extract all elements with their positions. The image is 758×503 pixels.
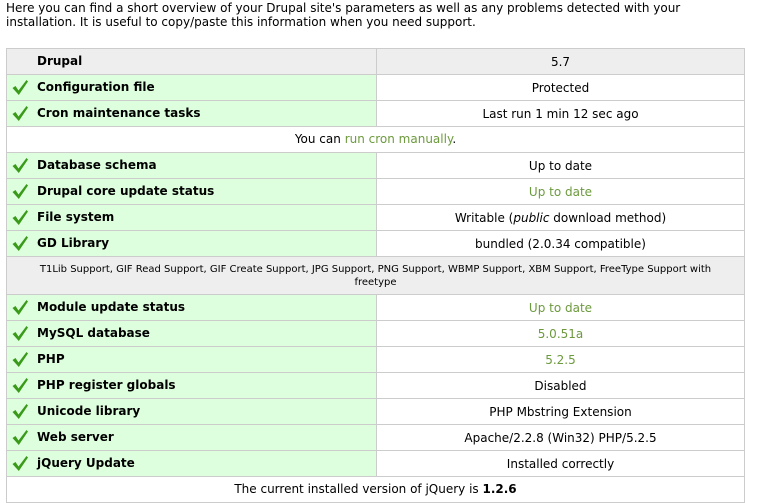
check-icon <box>11 454 29 472</box>
status-title-cell: Configuration file <box>6 74 377 101</box>
status-report-table: Drupal 5.7 Configuration file Protected … <box>6 48 745 503</box>
check-icon <box>11 402 29 420</box>
status-value: Writable (public download method) <box>376 204 745 231</box>
status-row-jquery-description: The current installed version of jQuery … <box>6 476 745 503</box>
check-icon <box>11 376 29 394</box>
status-title: Cron maintenance tasks <box>37 106 201 120</box>
status-value: 5.7 <box>376 48 745 75</box>
status-title-cell: Unicode library <box>6 398 377 425</box>
status-title: PHP <box>37 352 65 366</box>
check-icon <box>11 324 29 342</box>
status-row-gd-description: T1Lib Support, GIF Read Support, GIF Cre… <box>6 256 745 295</box>
status-row-file-system: File system Writable (public download me… <box>6 204 745 231</box>
jquery-version: 1.2.6 <box>482 482 517 496</box>
status-row-drupal: Drupal 5.7 <box>6 48 745 75</box>
cron-description: You can run cron manually. <box>6 126 745 153</box>
status-title-cell: Drupal <box>6 48 377 75</box>
status-title: File system <box>37 210 115 224</box>
status-title-cell: MySQL database <box>6 320 377 347</box>
status-row-cron-description: You can run cron manually. <box>6 126 745 153</box>
status-title-cell: PHP register globals <box>6 372 377 399</box>
status-value: Last run 1 min 12 sec ago <box>376 100 745 127</box>
status-value-cell: Up to date <box>376 294 745 321</box>
status-row-cron: Cron maintenance tasks Last run 1 min 12… <box>6 100 745 127</box>
status-value: PHP Mbstring Extension <box>376 398 745 425</box>
status-row-register-globals: PHP register globals Disabled <box>6 372 745 399</box>
status-title: Configuration file <box>37 80 155 94</box>
check-icon <box>11 78 29 96</box>
status-title-cell: PHP <box>6 346 377 373</box>
status-row-database-schema: Database schema Up to date <box>6 152 745 179</box>
jquery-description: The current installed version of jQuery … <box>6 476 745 503</box>
status-title: Drupal <box>37 54 83 68</box>
intro-text: Here you can find a short overview of yo… <box>6 1 681 29</box>
status-title: Database schema <box>37 158 157 172</box>
run-cron-link[interactable]: run cron manually <box>345 132 453 146</box>
status-value: Apache/2.2.8 (Win32) PHP/5.2.5 <box>376 424 745 451</box>
file-system-value-prefix: Writable ( <box>454 210 514 225</box>
status-row-unicode: Unicode library PHP Mbstring Extension <box>6 398 745 425</box>
check-icon <box>11 298 29 316</box>
status-title-cell: GD Library <box>6 230 377 257</box>
status-title: MySQL database <box>37 326 150 340</box>
check-icon <box>11 104 29 122</box>
file-system-value-suffix: download method) <box>549 210 667 225</box>
php-version-link[interactable]: 5.2.5 <box>545 353 576 367</box>
mysql-version-link[interactable]: 5.0.51a <box>538 327 584 341</box>
status-title: Module update status <box>37 300 186 314</box>
status-row-jquery-update: jQuery Update Installed correctly <box>6 450 745 477</box>
status-value: Up to date <box>376 152 745 179</box>
status-title: PHP register globals <box>37 378 176 392</box>
status-title: Unicode library <box>37 404 141 418</box>
cron-description-suffix: . <box>452 132 457 146</box>
status-title: jQuery Update <box>37 456 135 470</box>
gd-library-description: T1Lib Support, GIF Read Support, GIF Cre… <box>6 256 745 295</box>
check-icon <box>11 156 29 174</box>
status-value-cell: 5.0.51a <box>376 320 745 347</box>
status-value: Protected <box>376 74 745 101</box>
status-title-cell: File system <box>6 204 377 231</box>
status-value: Installed correctly <box>376 450 745 477</box>
status-title: GD Library <box>37 236 110 250</box>
status-title-cell: Drupal core update status <box>6 178 377 205</box>
check-icon <box>11 350 29 368</box>
status-row-configuration-file: Configuration file Protected <box>6 74 745 101</box>
core-update-status-link[interactable]: Up to date <box>529 185 592 199</box>
status-row-module-update: Module update status Up to date <box>6 294 745 321</box>
status-title-cell: Web server <box>6 424 377 451</box>
check-icon <box>11 234 29 252</box>
status-title: Drupal core update status <box>37 184 215 198</box>
status-value-cell: 5.2.5 <box>376 346 745 373</box>
status-row-core-update: Drupal core update status Up to date <box>6 178 745 205</box>
status-title: Web server <box>37 430 114 444</box>
check-icon <box>11 428 29 446</box>
status-row-mysql: MySQL database 5.0.51a <box>6 320 745 347</box>
check-icon <box>11 208 29 226</box>
status-row-gd-library: GD Library bundled (2.0.34 compatible) <box>6 230 745 257</box>
status-value: Disabled <box>376 372 745 399</box>
file-system-value-method: public <box>513 210 550 225</box>
status-value: bundled (2.0.34 compatible) <box>376 230 745 257</box>
jquery-description-prefix: The current installed version of jQuery … <box>234 482 483 496</box>
check-icon <box>11 182 29 200</box>
status-title-cell: Database schema <box>6 152 377 179</box>
status-row-web-server: Web server Apache/2.2.8 (Win32) PHP/5.2.… <box>6 424 745 451</box>
cron-description-prefix: You can <box>294 132 345 146</box>
status-title-cell: Module update status <box>6 294 377 321</box>
module-update-status-link[interactable]: Up to date <box>529 301 592 315</box>
status-value-cell: Up to date <box>376 178 745 205</box>
status-title-cell: jQuery Update <box>6 450 377 477</box>
status-title-cell: Cron maintenance tasks <box>6 100 377 127</box>
status-row-php: PHP 5.2.5 <box>6 346 745 373</box>
